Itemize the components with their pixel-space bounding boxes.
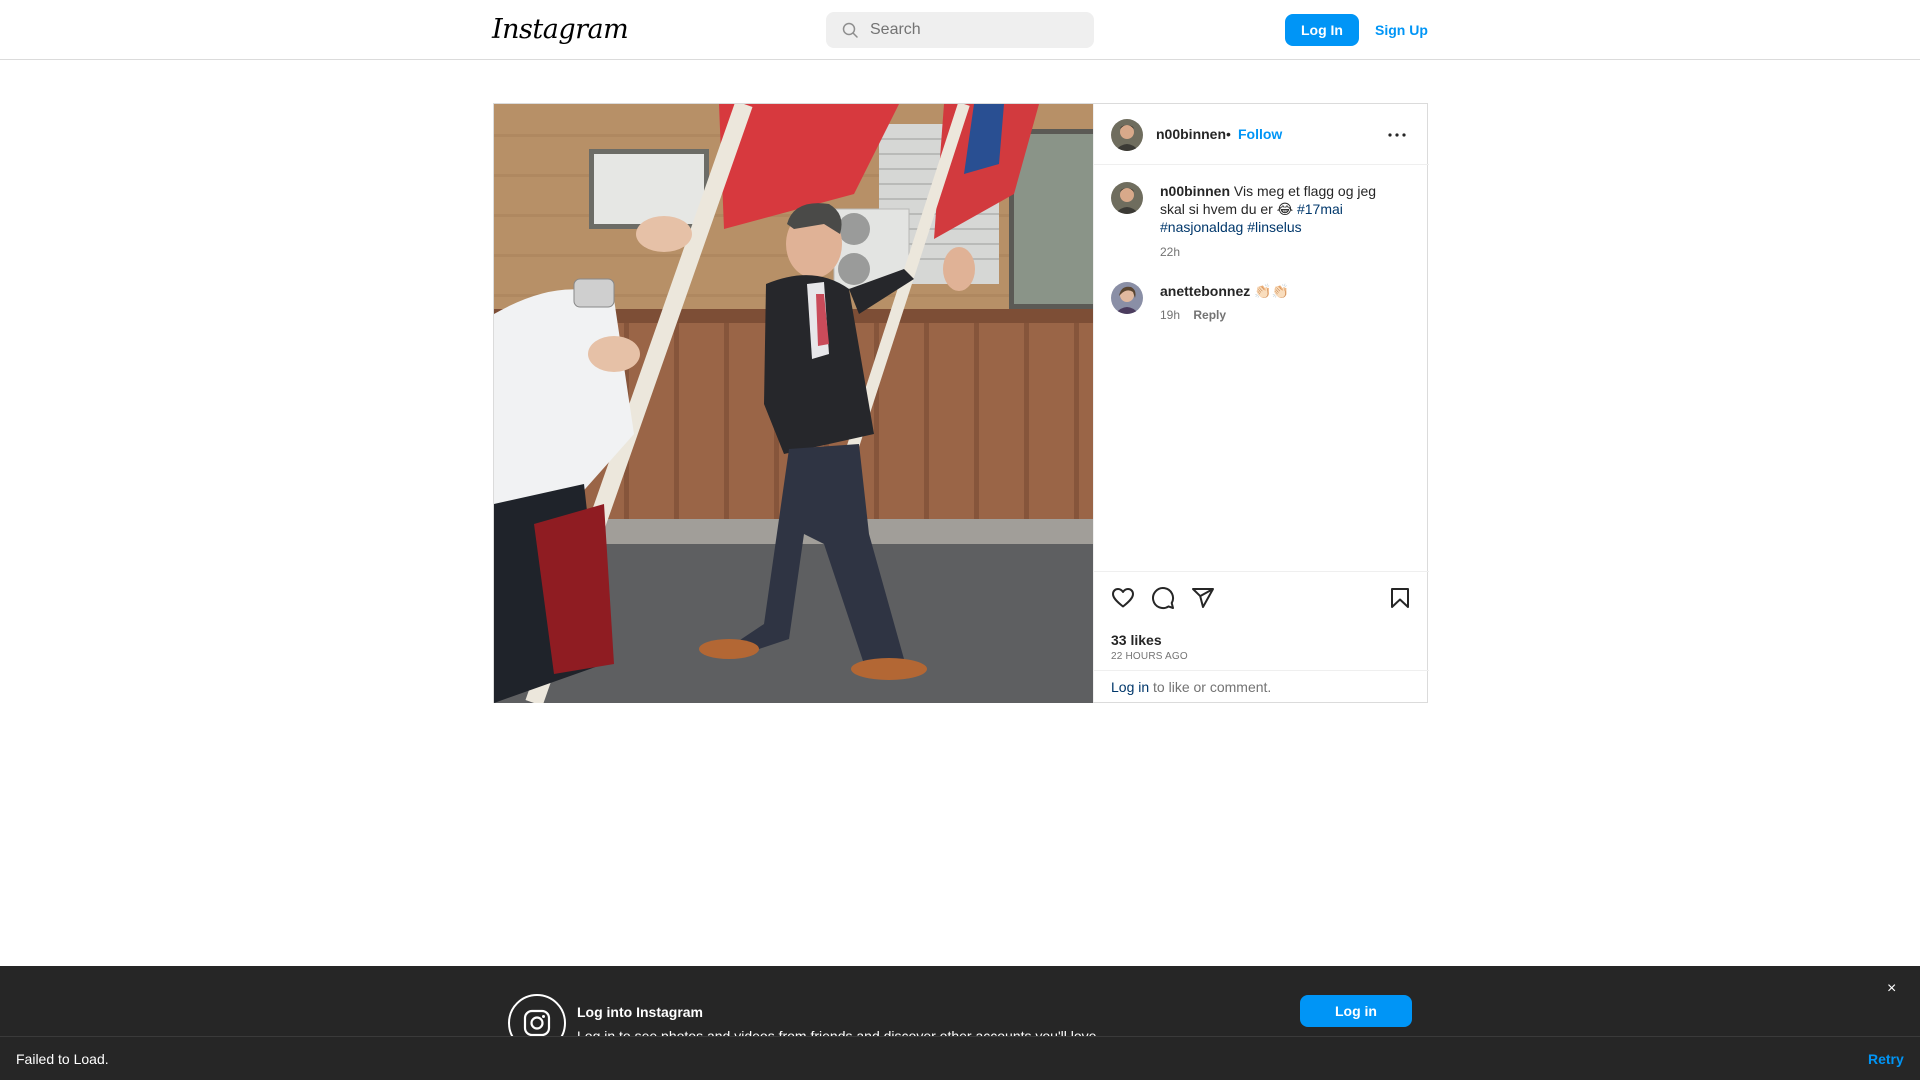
error-message: Failed to Load. [16,1051,109,1067]
close-icon[interactable]: × [1887,980,1896,998]
separator-dot: • [1226,126,1231,142]
comment-age: 19h [1160,308,1181,322]
post-photo[interactable] [494,104,1093,703]
caption-age: 22h [1160,245,1181,259]
caption-username[interactable]: n00binnen [1160,183,1230,199]
caption-text: n00binnen Vis meg et flagg og jeg skal s… [1160,182,1392,236]
post-actions: 33 likes 22 HOURS AGO Log in to like or … [1094,571,1429,702]
author-avatar[interactable] [1111,119,1143,151]
banner-log-in-button[interactable]: Log in [1300,995,1412,1027]
log-in-link[interactable]: Log in [1111,679,1149,695]
top-nav: Instagram Log In Sign Up [0,0,1920,60]
share-icon[interactable] [1191,586,1215,610]
reply-button[interactable]: Reply [1193,308,1226,322]
comment-icon[interactable] [1151,586,1175,610]
heart-icon[interactable] [1111,586,1135,610]
sign-up-link[interactable]: Sign Up [1366,14,1437,46]
search-box[interactable] [826,12,1094,48]
comment-body: 👏🏻👏🏻 [1254,283,1289,299]
log-in-button[interactable]: Log In [1285,14,1359,46]
retry-button[interactable]: Retry [1868,1051,1904,1067]
login-banner: Log into Instagram Log in to see photos … [0,966,1920,1052]
post-sidebar: n00binnen • Follow n00binnen Vis meg et … [1093,104,1429,702]
post-image [494,104,1093,703]
instagram-logo[interactable]: Instagram [492,14,629,45]
post-header: n00binnen • Follow [1094,104,1429,165]
follow-button[interactable]: Follow [1238,126,1282,142]
search-input[interactable] [870,12,1080,48]
likes-count[interactable]: 33 likes [1111,632,1162,648]
comment-text: anettebonnez 👏🏻👏🏻 [1160,282,1392,300]
hashtag-link[interactable]: #17mai [1297,201,1343,217]
banner-title: Log into Instagram [577,1004,703,1020]
search-icon [842,22,858,38]
author-username[interactable]: n00binnen [1156,126,1226,142]
commenter-username[interactable]: anettebonnez [1160,283,1250,299]
commenter-avatar[interactable] [1111,282,1143,314]
more-options-icon[interactable] [1385,126,1409,144]
hashtag-link[interactable]: #nasjonaldag [1160,219,1243,235]
login-prompt: Log in to like or comment. [1094,670,1429,703]
post-card: n00binnen • Follow n00binnen Vis meg et … [493,103,1429,703]
error-toast: Failed to Load. Retry [0,1036,1920,1080]
caption-avatar[interactable] [1111,182,1143,214]
hashtag-link[interactable]: #linselus [1247,219,1301,235]
bookmark-icon[interactable] [1388,586,1412,610]
login-prompt-text: to like or comment. [1153,679,1272,695]
post-timestamp: 22 HOURS AGO [1111,651,1188,662]
comment-meta: 19h Reply [1160,308,1226,322]
